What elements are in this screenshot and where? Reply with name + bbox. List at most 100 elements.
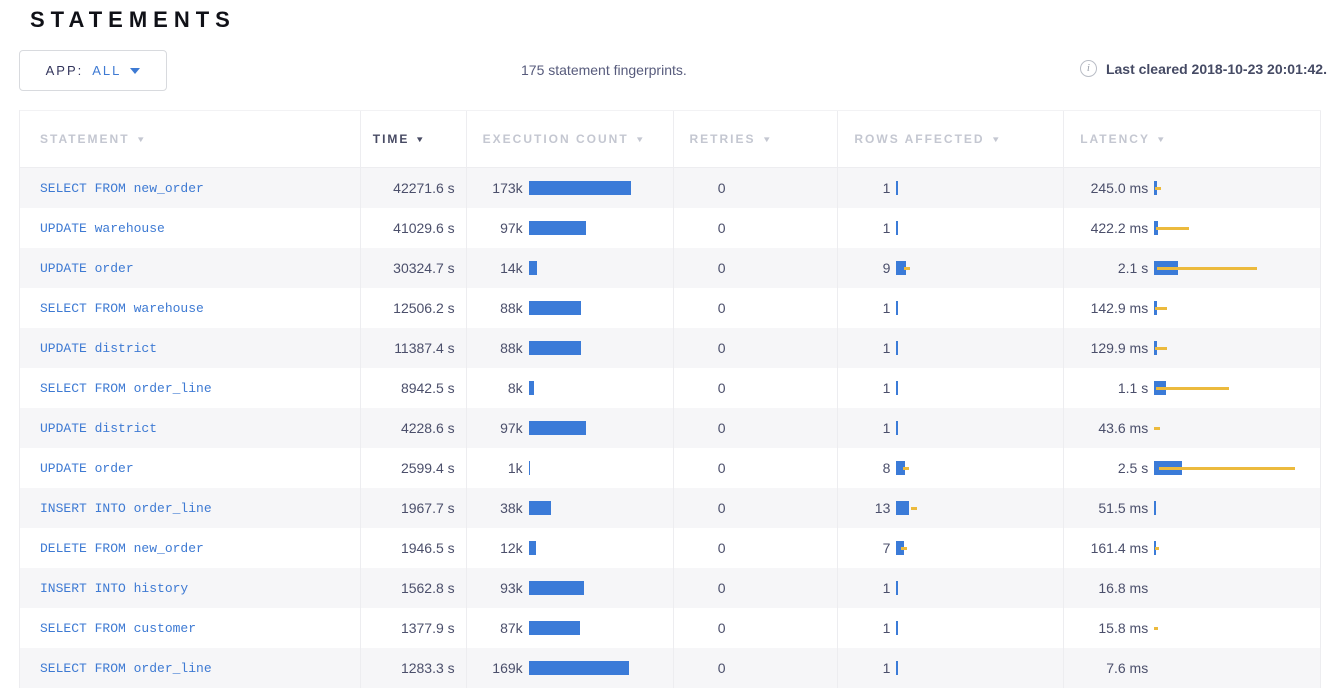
execution-count-cell: 8k (467, 368, 674, 408)
execution-count-value: 87k (483, 620, 523, 636)
bar-stddev (901, 547, 907, 550)
statement-cell: INSERT INTO history (20, 568, 361, 608)
column-header-label: ROWS AFFECTED (854, 132, 984, 146)
bar-stddev (1155, 347, 1167, 350)
statement-link[interactable]: INSERT INTO order_line (40, 501, 212, 516)
statement-link[interactable]: UPDATE order (40, 461, 134, 476)
latency-bar (1154, 341, 1167, 355)
retries-cell: 0 (674, 568, 839, 608)
execution-count-cell: 88k (467, 328, 674, 368)
rows-affected-cell: 7 (838, 528, 1064, 568)
statement-link[interactable]: UPDATE district (40, 421, 157, 436)
column-header-retries[interactable]: RETRIES▼ (674, 111, 839, 167)
sort-desc-icon: ▼ (635, 135, 647, 144)
sort-desc-icon: ▼ (1156, 135, 1168, 144)
time-cell: 11387.4 s (361, 328, 467, 368)
statement-cell: DELETE FROM new_order (20, 528, 361, 568)
retries-value: 0 (690, 260, 726, 276)
rows-affected-cell: 9 (838, 248, 1064, 288)
rows-affected-cell: 1 (838, 568, 1064, 608)
execution-count-bar (529, 261, 537, 275)
bar-mean (896, 421, 898, 435)
bar-stddev (1156, 387, 1229, 390)
rows-affected-bar (896, 301, 898, 315)
retries-value: 0 (690, 620, 726, 636)
latency-cell: 161.4 ms (1064, 528, 1321, 568)
time-cell: 12506.2 s (361, 288, 467, 328)
statement-link[interactable]: SELECT FROM order_line (40, 661, 212, 676)
info-icon[interactable]: i (1080, 60, 1097, 77)
execution-count-bar (529, 181, 631, 195)
bar-stddev (1159, 467, 1295, 470)
column-header-time[interactable]: TIME▼ (361, 111, 467, 167)
bar-mean (529, 501, 551, 515)
retries-cell: 0 (674, 488, 839, 528)
time-value: 1377.9 s (401, 620, 455, 636)
rows-affected-bar (896, 421, 898, 435)
app-filter-value: ALL (92, 63, 121, 78)
bar-mean (896, 621, 898, 635)
time-cell: 30324.7 s (361, 248, 467, 288)
rows-affected-bar (896, 261, 910, 275)
column-header-execution-count[interactable]: EXECUTION COUNT ▼ (467, 111, 674, 167)
bar-stddev (1155, 307, 1167, 310)
bar-mean (529, 221, 586, 235)
time-value: 12506.2 s (393, 300, 455, 316)
rows-affected-cell: 1 (838, 168, 1064, 208)
time-value: 4228.6 s (401, 420, 455, 436)
execution-count-cell: 88k (467, 288, 674, 328)
retries-cell: 0 (674, 608, 839, 648)
rows-affected-value: 1 (854, 620, 890, 636)
statement-link[interactable]: UPDATE district (40, 341, 157, 356)
statement-cell: UPDATE order (20, 448, 361, 488)
bar-stddev (904, 267, 910, 270)
statement-link[interactable]: DELETE FROM new_order (40, 541, 204, 556)
sort-desc-icon: ▼ (991, 135, 1003, 144)
bar-mean (529, 421, 586, 435)
statement-link[interactable]: UPDATE order (40, 261, 134, 276)
column-header-latency[interactable]: LATENCY▼ (1064, 111, 1321, 167)
app-filter-dropdown[interactable]: APP: ALL (19, 50, 167, 91)
time-value: 8942.5 s (401, 380, 455, 396)
last-cleared-text: Last cleared 2018-10-23 20:01:42. (1106, 61, 1327, 77)
bar-mean (896, 341, 898, 355)
execution-count-value: 97k (483, 420, 523, 436)
column-header-label: EXECUTION COUNT (483, 132, 629, 146)
retries-value: 0 (690, 340, 726, 356)
execution-count-bar (529, 381, 534, 395)
sort-desc-icon: ▼ (136, 135, 148, 144)
statement-cell: UPDATE district (20, 408, 361, 448)
time-value: 30324.7 s (393, 260, 455, 276)
retries-value: 0 (690, 460, 726, 476)
statement-link[interactable]: INSERT INTO history (40, 581, 188, 596)
latency-cell: 245.0 ms (1064, 168, 1321, 208)
statement-cell: SELECT FROM customer (20, 608, 361, 648)
statement-link[interactable]: SELECT FROM order_line (40, 381, 212, 396)
statement-link[interactable]: SELECT FROM warehouse (40, 301, 204, 316)
statement-link[interactable]: UPDATE warehouse (40, 221, 165, 236)
statement-link[interactable]: SELECT FROM customer (40, 621, 196, 636)
latency-bar (1154, 381, 1229, 395)
statement-link[interactable]: SELECT FROM new_order (40, 181, 204, 196)
bar-stddev (903, 467, 909, 470)
rows-affected-cell: 1 (838, 408, 1064, 448)
bar-mean (529, 301, 581, 315)
table-row: SELECT FROM order_line1283.3 s169k017.6 … (20, 648, 1321, 688)
time-value: 1946.5 s (401, 540, 455, 556)
bar-stddev (1156, 227, 1189, 230)
latency-bar (1154, 181, 1161, 195)
retries-cell: 0 (674, 168, 839, 208)
statement-count-summary: 175 statement fingerprints. (521, 62, 687, 78)
retries-value: 0 (690, 660, 726, 676)
column-header-statement[interactable]: STATEMENT▼ (20, 111, 361, 167)
table-row: DELETE FROM new_order1946.5 s12k07161.4 … (20, 528, 1321, 568)
execution-count-bar (529, 661, 629, 675)
bar-stddev (1154, 627, 1158, 630)
column-header-rows-affected[interactable]: ROWS AFFECTED ▼ (838, 111, 1064, 167)
retries-value: 0 (690, 420, 726, 436)
bar-mean (896, 661, 898, 675)
execution-count-cell: 1k (467, 448, 674, 488)
table-row: UPDATE order2599.4 s1k082.5 s (20, 448, 1321, 488)
rows-affected-bar (896, 541, 907, 555)
latency-cell: 7.6 ms (1064, 648, 1321, 688)
